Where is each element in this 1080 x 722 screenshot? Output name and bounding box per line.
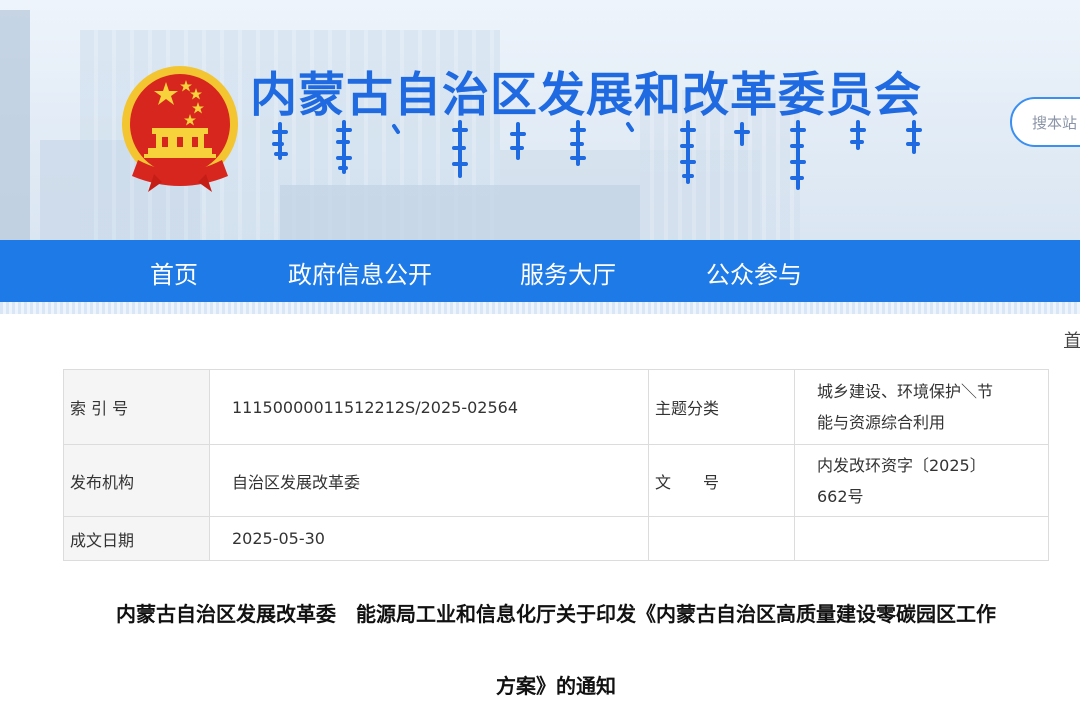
nav-item-gov-info-disclosure[interactable]: 政府信息公开 [288,255,432,290]
topic-category-label: 主题分类 [648,369,795,445]
breadcrumb-home[interactable]: 首 [1064,326,1080,351]
written-date-value: 2025-05-30 [209,516,649,561]
topic-category-line: 能与资源综合利用 [817,413,946,432]
empty-cell [648,516,795,561]
document-number-line: 内发改环资字〔2025〕 [817,455,986,475]
empty-cell [794,516,1049,561]
document-title-line2: 方案》的通知 [496,674,616,698]
topic-category-line: 城乡建设、环境保护＼节 [817,382,994,401]
document-title: 内蒙古自治区发展改革委 能源局工业和信息化厅关于印发《内蒙古自治区高质量建设零碳… [62,578,1050,722]
table-row: 索 引 号 11150000011512212S/2025-02564 主题分类… [63,369,1049,445]
nav-item-public-participation[interactable]: 公众参与 [706,255,802,290]
nav-item-home[interactable]: 首页 [150,255,198,290]
document-number-line: 662号 [817,486,864,506]
table-row: 成文日期 2025-05-30 [63,516,1049,561]
issuing-agency-label: 发布机构 [63,444,210,517]
document-meta-table: 索 引 号 11150000011512212S/2025-02564 主题分类… [63,369,1049,561]
document-number-label: 文 号 [648,444,795,517]
site-title: 内蒙古自治区发展和改革委员会 [250,68,922,123]
mongolian-script-title [272,120,922,190]
index-number-value: 11150000011512212S/2025-02564 [209,369,649,445]
main-nav: 首页 政府信息公开 服务大厅 公众参与 [0,240,1080,302]
background-building [0,10,30,240]
issuing-agency-value: 自治区发展改革委 [209,444,649,517]
site-search-box[interactable] [1010,97,1080,147]
topic-category-value: 城乡建设、环境保护＼节 能与资源综合利用 [794,369,1049,445]
site-header: 内蒙古自治区发展和改革委员会 [0,0,1080,240]
nav-item-service-hall[interactable]: 服务大厅 [520,255,616,290]
document-number-value: 内发改环资字〔2025〕 662号 [794,444,1049,517]
search-input[interactable] [1030,113,1080,133]
table-row: 发布机构 自治区发展改革委 文 号 内发改环资字〔2025〕 662号 [63,444,1049,517]
nav-divider-stripe [0,302,1080,314]
index-number-label: 索 引 号 [63,369,210,445]
written-date-label: 成文日期 [63,516,210,561]
document-title-line1: 内蒙古自治区发展改革委 能源局工业和信息化厅关于印发《内蒙古自治区高质量建设零碳… [116,602,996,626]
national-emblem-icon[interactable] [118,64,242,194]
